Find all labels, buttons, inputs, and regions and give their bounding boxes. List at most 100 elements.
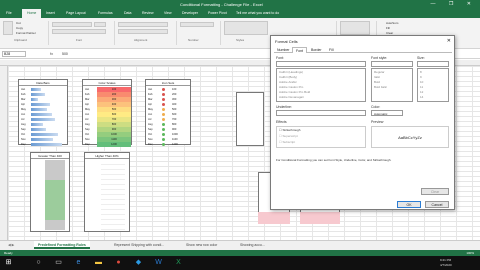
tab-power-pivot[interactable]: Power Pivot (208, 11, 227, 15)
font-style-input[interactable] (371, 61, 413, 67)
higher-than-table[interactable]: Higher Than 40% (84, 152, 130, 232)
list-item[interactable]: Italic (374, 75, 380, 79)
folder-icon[interactable]: ▬ (94, 258, 103, 267)
list-item[interactable]: 14 (420, 95, 423, 99)
tell-me-box[interactable]: Tell me what you want to do (236, 11, 279, 15)
list-item[interactable]: 9 (420, 75, 422, 79)
sheet-tab[interactable]: Showing accu... (236, 241, 269, 249)
size-list[interactable]: 8 9 10 11 12 14 (417, 68, 449, 102)
color-scale-cell[interactable]: 1200 (97, 142, 131, 147)
list-item[interactable]: Bold (374, 80, 380, 84)
tab-number[interactable]: Number (274, 47, 292, 53)
icon-sets-table[interactable]: Icon Sets Jan 100 Feb 200 Mar 300 Apr 400 May 500… (145, 79, 191, 147)
list-item[interactable]: Calibri (Headings) (279, 70, 303, 74)
task-view-icon[interactable]: ▭ (54, 258, 63, 267)
ok-button[interactable]: OK (397, 201, 421, 208)
ribbon-divider (220, 21, 221, 45)
list-item[interactable]: Adobe Caslon Pro Bold (279, 90, 310, 94)
search-icon[interactable]: ○ (34, 258, 43, 267)
font-list[interactable]: Calibri (Headings) Calibri (Body) Adobe … (276, 68, 366, 102)
clear-button[interactable]: Clear (421, 188, 449, 195)
list-item[interactable]: Adobe Devanagari (279, 95, 304, 99)
paste-button[interactable] (3, 21, 13, 35)
autosum-button[interactable]: AutoSum (386, 21, 398, 25)
value-cell[interactable] (101, 225, 125, 230)
number-format-dropdown[interactable] (180, 22, 214, 27)
list-item[interactable]: Regular (374, 70, 385, 74)
clock-date[interactable]: 4/7/2020 (440, 263, 452, 267)
chrome-icon[interactable]: ● (114, 258, 123, 267)
window-controls[interactable]: — ❐ ✕ (431, 1, 477, 7)
cut-button[interactable]: Cut (16, 21, 21, 25)
cell-styles-gallery[interactable] (224, 21, 268, 35)
fill-button[interactable]: Fill (386, 26, 390, 30)
tab-insert[interactable]: Insert (46, 11, 55, 15)
cells-buttons[interactable] (340, 21, 370, 35)
font-format-buttons[interactable] (52, 29, 106, 34)
sheet-nav-arrows[interactable]: ◀ ▶ (4, 241, 18, 249)
font-style-list[interactable]: Regular Italic Bold Bold Italic (371, 68, 413, 102)
excel-icon[interactable]: X (174, 258, 183, 267)
underline-dropdown[interactable] (276, 110, 366, 116)
month-cell[interactable]: Dec (21, 142, 26, 147)
color-dropdown[interactable]: Automatic (371, 110, 403, 116)
status-circle-icon (162, 98, 165, 101)
month-cell[interactable]: Dec (148, 142, 153, 147)
tab-file[interactable]: File (3, 9, 19, 17)
sheet-tab[interactable]: Represent Shipping with condi... (110, 241, 168, 249)
list-item[interactable]: 11 (420, 85, 423, 89)
superscript-checkbox[interactable]: ☐ Superscript (279, 134, 298, 138)
list-item[interactable]: Adobe Caslon Pro (279, 85, 303, 89)
strikethrough-checkbox[interactable]: ☐ Strikethrough (279, 128, 300, 132)
greater-than-table[interactable]: Greater Than 400 (30, 152, 70, 232)
cancel-button[interactable]: Cancel (425, 201, 449, 208)
color-scales-table[interactable]: Color Scales Jan 100 Feb 200 Mar 300 Apr 400 May… (82, 79, 132, 147)
copy-button[interactable]: Copy (16, 26, 23, 30)
size-input[interactable] (417, 61, 449, 67)
tab-home[interactable]: Home (22, 9, 42, 18)
status-circle-icon (162, 103, 165, 106)
highlight-cell[interactable] (45, 225, 65, 230)
fx-icon[interactable]: fx (50, 51, 53, 56)
data-bars-table[interactable]: Data Bars Jan Feb Mar Apr May Jun Jul Aug Sep Oct… (18, 79, 68, 147)
font-size-dropdown[interactable] (94, 22, 106, 27)
tab-page-layout[interactable]: Page Layout (66, 11, 86, 15)
edge-icon[interactable]: e (74, 258, 83, 267)
formula-input[interactable]: 500 (62, 52, 68, 56)
value-cell[interactable]: 1200 (172, 142, 178, 147)
tab-view[interactable]: View (164, 11, 172, 15)
format-cells-dialog: Format Cells ✕ Number Font Border Fill F… (270, 35, 455, 210)
clock-time[interactable]: 9:21 PM (440, 258, 451, 262)
highlighted-cells (258, 212, 290, 224)
tab-font[interactable]: Font (292, 47, 308, 53)
partial-table[interactable] (236, 92, 264, 146)
month-cell[interactable]: Dec (85, 142, 90, 147)
tab-developer[interactable]: Developer (182, 11, 198, 15)
list-item[interactable]: 12 (420, 90, 423, 94)
word-icon[interactable]: W (154, 258, 163, 267)
list-item[interactable]: Adobe Arabic (279, 80, 297, 84)
subscript-checkbox[interactable]: ☐ Subscript (279, 140, 295, 144)
list-item[interactable]: Calibri (Body) (279, 75, 297, 79)
close-icon[interactable]: ✕ (447, 38, 451, 44)
windows-start-icon[interactable]: ⊞ (4, 258, 13, 267)
list-item[interactable]: 10 (420, 80, 423, 84)
font-name-dropdown[interactable] (52, 22, 92, 27)
tab-formulas[interactable]: Formulas (98, 11, 113, 15)
font-input[interactable] (276, 61, 366, 67)
tab-review[interactable]: Review (142, 11, 153, 15)
tab-border[interactable]: Border (308, 47, 325, 53)
indent-buttons[interactable] (118, 29, 168, 34)
sheet-tab[interactable]: Show new row color (182, 241, 221, 249)
sheet-tab[interactable]: Predefined Formatting Rules (34, 241, 90, 249)
tab-data[interactable]: Data (124, 11, 131, 15)
list-item[interactable]: 8 (420, 70, 422, 74)
format-painter-button[interactable]: Format Painter (16, 31, 36, 35)
row-headers[interactable] (0, 66, 8, 240)
list-item[interactable]: Bold Italic (374, 85, 387, 89)
name-box[interactable]: B28 (2, 51, 26, 57)
zoom-level[interactable]: 100% (466, 251, 474, 255)
store-icon[interactable]: ◆ (134, 258, 143, 267)
tab-fill[interactable]: Fill (326, 47, 336, 53)
alignment-buttons[interactable] (118, 22, 168, 27)
